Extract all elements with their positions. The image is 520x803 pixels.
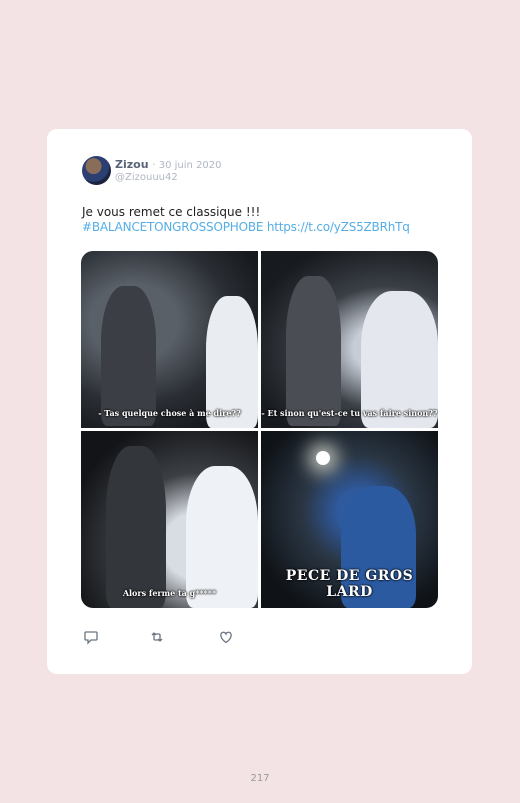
retweet-icon[interactable] — [149, 629, 165, 645]
media-image[interactable]: PECE DE GROS LARD — [261, 431, 438, 608]
media-grid: - Tas quelque chose à me dire?? - Et sin… — [81, 251, 438, 608]
tweet-hashtag-link[interactable]: #BALANCETONGROSSOPHOBE https://t.co/yZS5… — [82, 220, 410, 234]
page-number: 217 — [250, 773, 270, 784]
tweet-date[interactable]: · 30 juin 2020 — [152, 160, 221, 171]
media-image[interactable]: - Tas quelque chose à me dire?? — [81, 251, 258, 428]
image-caption: Alors ferme ta g***** — [122, 588, 217, 598]
image-caption: PECE DE GROS LARD — [285, 568, 414, 600]
media-image[interactable]: Alors ferme ta g***** — [81, 431, 258, 608]
like-icon[interactable] — [218, 629, 234, 645]
reply-icon[interactable] — [83, 629, 99, 645]
author-name[interactable]: Zizou — [115, 158, 149, 171]
image-caption: - Tas quelque chose à me dire?? — [98, 408, 241, 418]
avatar[interactable] — [82, 156, 111, 185]
image-caption: - Et sinon qu'est-ce tu vas faire sinon?… — [261, 408, 438, 418]
tweet-card: Zizou · 30 juin 2020 @Zizouuu42 Je vous … — [47, 129, 472, 674]
tweet-text: Je vous remet ce classique !!! — [82, 205, 261, 219]
media-image[interactable]: - Et sinon qu'est-ce tu vas faire sinon?… — [261, 251, 438, 428]
author-handle[interactable]: @Zizouuu42 — [115, 172, 178, 183]
